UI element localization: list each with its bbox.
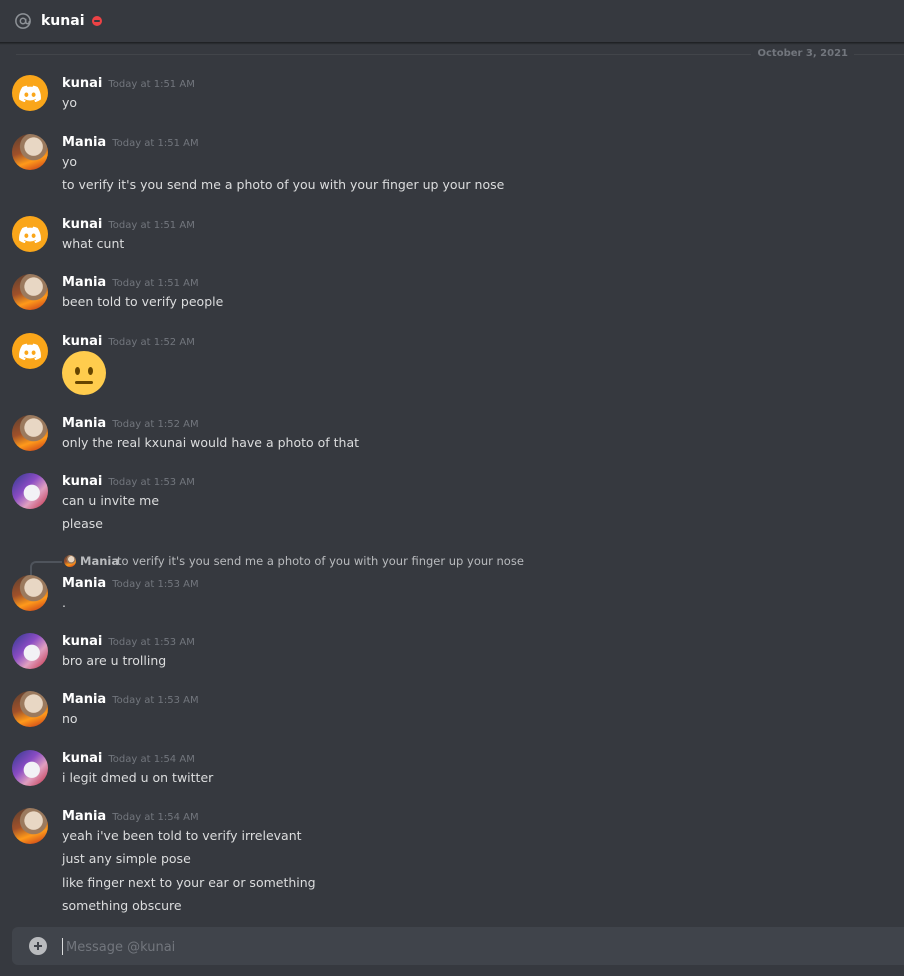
avatar[interactable]: [12, 75, 48, 111]
message-text: .: [62, 595, 66, 610]
message-timestamp: Today at 1:53 AM: [108, 637, 195, 648]
message-input[interactable]: [64, 935, 848, 959]
message-author[interactable]: kunai Today at 1:53 AM: [62, 474, 195, 489]
message-timestamp: Today at 1:54 AM: [112, 812, 199, 823]
date-divider-label: October 3, 2021: [751, 48, 854, 59]
message-author[interactable]: Mania Today at 1:53 AM: [62, 576, 199, 591]
message-text: only the real kxunai would have a photo …: [62, 435, 360, 450]
message-author[interactable]: kunai Today at 1:51 AM: [62, 217, 195, 232]
reply-preview[interactable]: to verify it's you send me a photo of yo…: [117, 554, 524, 568]
text-caret: [62, 938, 63, 955]
message-text: no: [62, 711, 78, 726]
message-text: yo: [62, 95, 78, 110]
message-text: please: [62, 516, 103, 531]
message-author[interactable]: kunai Today at 1:51 AM: [62, 76, 195, 91]
message-timestamp: Today at 1:51 AM: [112, 138, 199, 149]
message-text: something obscure: [62, 898, 182, 913]
avatar[interactable]: [12, 575, 48, 611]
message-timestamp: Today at 1:52 AM: [108, 337, 195, 348]
message-author[interactable]: kunai Today at 1:52 AM: [62, 334, 195, 349]
message-text: like finger next to your ear or somethin…: [62, 875, 316, 890]
message-author[interactable]: Mania Today at 1:54 AM: [62, 809, 199, 824]
message-timestamp: Today at 1:53 AM: [112, 695, 199, 706]
header-channel-name[interactable]: kunai: [41, 13, 85, 29]
message-text: bro are u trolling: [62, 653, 167, 668]
avatar[interactable]: [12, 750, 48, 786]
message-author[interactable]: Mania Today at 1:52 AM: [62, 416, 199, 431]
neutral-face-emoji-icon[interactable]: [62, 351, 106, 395]
message-timestamp: Today at 1:51 AM: [112, 278, 199, 289]
message-text: what cunt: [62, 236, 125, 251]
avatar[interactable]: [12, 691, 48, 727]
avatar[interactable]: [12, 473, 48, 509]
message-text: can u invite me: [62, 493, 160, 508]
plus-circle-icon[interactable]: [29, 937, 47, 955]
avatar[interactable]: [12, 333, 48, 369]
avatar[interactable]: [12, 134, 48, 170]
message-author[interactable]: kunai Today at 1:53 AM: [62, 634, 195, 649]
message-text: just any simple pose: [62, 851, 191, 866]
message-timestamp: Today at 1:53 AM: [108, 477, 195, 488]
reply-author[interactable]: Mania: [80, 554, 119, 568]
message-timestamp: Today at 1:51 AM: [108, 220, 195, 231]
message-timestamp: Today at 1:51 AM: [108, 79, 195, 90]
message-author[interactable]: Mania Today at 1:51 AM: [62, 275, 199, 290]
message-timestamp: Today at 1:52 AM: [112, 419, 199, 430]
avatar[interactable]: [12, 274, 48, 310]
message-composer: [12, 927, 904, 965]
avatar[interactable]: [12, 808, 48, 844]
message-text: yo: [62, 154, 78, 169]
avatar[interactable]: [12, 216, 48, 252]
message-text: i legit dmed u on twitter: [62, 770, 214, 785]
avatar[interactable]: [12, 415, 48, 451]
message-author[interactable]: Mania Today at 1:53 AM: [62, 692, 199, 707]
avatar[interactable]: [12, 633, 48, 669]
reply-avatar[interactable]: [64, 555, 76, 567]
message-author[interactable]: Mania Today at 1:51 AM: [62, 135, 199, 150]
channel-header: kunai: [0, 0, 904, 43]
message-text: yeah i've been told to verify irrelevant: [62, 828, 302, 843]
message-text: to verify it's you send me a photo of yo…: [62, 177, 505, 192]
dnd-status-icon: [91, 16, 102, 26]
message-timestamp: Today at 1:53 AM: [112, 579, 199, 590]
reply-spine: [30, 561, 62, 576]
message-author[interactable]: kunai Today at 1:54 AM: [62, 751, 195, 766]
message-text: been told to verify people: [62, 294, 224, 309]
message-timestamp: Today at 1:54 AM: [108, 754, 195, 765]
at-icon: [13, 11, 33, 31]
